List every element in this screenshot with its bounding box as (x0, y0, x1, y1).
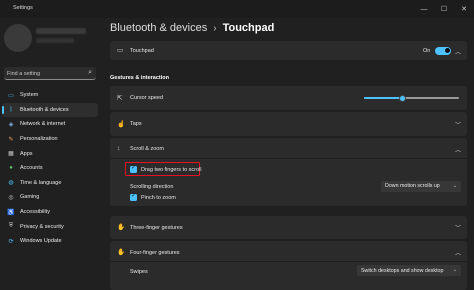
profile-email-blurred (36, 38, 74, 43)
window-controls: — ☐ ✕ (414, 0, 474, 18)
apps-icon: ▦ (8, 151, 14, 158)
cursor-speed-label: Cursor speed (130, 95, 164, 101)
cursor-speed-card: ⇱ Cursor speed (110, 86, 467, 110)
maximize-button[interactable]: ☐ (434, 0, 454, 18)
sidebar-item-label: Personalization (20, 136, 58, 143)
chevron-up-icon[interactable]: ︿ (455, 47, 461, 56)
main-content: Bluetooth & devices › Touchpad ▭ Touchpa… (100, 18, 474, 290)
sidebar-item-apps[interactable]: ▦ Apps (2, 146, 98, 161)
scroll-icon: ↕ (117, 145, 121, 152)
sidebar-item-gaming[interactable]: ◎ Gaming (2, 190, 98, 205)
close-button[interactable]: ✕ (454, 0, 474, 18)
swipes-dropdown[interactable]: Switch desktops and show desktop ⌄ (357, 265, 461, 276)
breadcrumb: Bluetooth & devices › Touchpad (110, 22, 274, 34)
swipes-label: Swipes (130, 268, 148, 275)
cursor-icon: ⇱ (117, 95, 123, 102)
touchpad-icon: ▭ (117, 47, 124, 54)
sidebar-item-label: Apps (20, 150, 33, 157)
drag-scroll-label: Drag two fingers to scroll (141, 166, 202, 173)
brush-icon: ✎ (8, 136, 14, 143)
sidebar-item-label: System (20, 92, 39, 99)
touchpad-toggle[interactable] (435, 46, 451, 55)
chevron-down-icon: ⌄ (452, 267, 457, 273)
sidebar-item-label: Bluetooth & devices (20, 106, 69, 113)
network-icon: ◈ (8, 121, 14, 128)
four-finger-icon: ✋ (117, 249, 126, 256)
page-title: Touchpad (222, 22, 275, 34)
sidebar-nav: ▭ System ᛒ Bluetooth & devices ◈ Network & in… (2, 88, 98, 249)
search-icon: ⌕ (88, 69, 92, 76)
pinch-zoom-checkbox[interactable]: ✓ (130, 193, 137, 201)
cursor-speed-fill (364, 97, 402, 99)
accounts-icon: ● (9, 165, 13, 172)
sidebar-item-label: Privacy & security (20, 223, 64, 230)
avatar[interactable] (4, 24, 32, 52)
title-bar: Settings — ☐ ✕ (0, 0, 474, 18)
swipes-value: Switch desktops and show desktop (361, 267, 444, 274)
globe-icon: ◍ (8, 180, 14, 187)
sidebar-item-windows-update[interactable]: ⟳ Windows Update (2, 234, 98, 249)
drag-scroll-checkbox[interactable]: ✓ (130, 165, 137, 173)
three-finger-label: Three-finger gestures (130, 224, 183, 231)
scrolling-direction-value: Down motion scrolls up (385, 183, 440, 189)
system-icon: ▭ (8, 92, 14, 99)
sidebar-item-accounts[interactable]: ● Accounts (2, 161, 98, 176)
touchpad-card: ▭ Touchpad On ︿ (110, 41, 467, 60)
minimize-button[interactable]: — (414, 0, 434, 18)
profile-name-blurred (36, 28, 86, 34)
app-title: Settings (13, 5, 33, 11)
scroll-zoom-label: Scroll & zoom (130, 146, 164, 152)
touchpad-state: On (423, 47, 431, 54)
search-placeholder: Find a setting (7, 70, 41, 77)
sidebar-item-accessibility[interactable]: ♿ Accessibility (2, 205, 98, 220)
sidebar-item-label: Windows Update (20, 238, 62, 245)
breadcrumb-parent[interactable]: Bluetooth & devices (110, 22, 207, 34)
breadcrumb-separator: › (213, 22, 217, 34)
sidebar-item-privacy-security[interactable]: ⛨ Privacy & security (2, 219, 98, 234)
chevron-up-icon[interactable]: ︿ (455, 248, 461, 257)
three-finger-card[interactable]: ✋ Three-finger gestures ﹀ (110, 216, 467, 239)
scroll-zoom-card: ↕ Scroll & zoom ︿ ✓ Drag two fingers to … (110, 138, 467, 206)
accessibility-icon: ♿ (7, 209, 15, 216)
divider (110, 261, 467, 262)
search-input[interactable]: Find a setting ⌕ (4, 67, 96, 80)
chevron-up-icon[interactable]: ︿ (455, 145, 461, 154)
taps-card[interactable]: ☝ Taps ﹀ (110, 112, 467, 136)
shield-icon: ⛨ (8, 223, 14, 230)
tap-icon: ☝ (117, 121, 126, 128)
divider (110, 158, 467, 159)
gaming-icon: ◎ (8, 194, 14, 201)
three-finger-icon: ✋ (117, 224, 126, 231)
four-finger-label: Four-finger gestures (130, 249, 180, 256)
sidebar: Find a setting ⌕ ▭ System ᛒ Bluetooth & dev… (0, 18, 100, 290)
chevron-down-icon[interactable]: ﹀ (455, 223, 461, 232)
scrolling-direction-label: Scrolling direction (130, 184, 174, 190)
sidebar-item-time-language[interactable]: ◍ Time & language (2, 176, 98, 191)
sidebar-item-label: Accessibility (20, 209, 50, 216)
touchpad-label: Touchpad (130, 47, 154, 54)
sidebar-item-personalization[interactable]: ✎ Personalization (2, 132, 98, 147)
sidebar-item-label: Accounts (20, 165, 43, 172)
sidebar-item-label: Network & internet (20, 121, 66, 128)
four-finger-card: ✋ Four-finger gestures ︿ Swipes Switch d… (110, 241, 467, 290)
bluetooth-icon: ᛒ (9, 106, 13, 113)
pinch-zoom-label: Pinch to zoom (141, 194, 176, 201)
sidebar-item-bluetooth-devices[interactable]: ᛒ Bluetooth & devices (2, 102, 98, 118)
chevron-down-icon: ⌄ (452, 182, 457, 189)
scrolling-direction-dropdown[interactable]: Down motion scrolls up ⌄ (381, 180, 461, 192)
update-icon: ⟳ (8, 238, 14, 245)
sidebar-item-label: Time & language (20, 179, 62, 186)
gestures-section-title: Gestures & interaction (110, 75, 169, 81)
cursor-speed-thumb[interactable] (398, 94, 406, 102)
taps-label: Taps (130, 121, 142, 127)
sidebar-item-network-internet[interactable]: ◈ Network & internet (2, 117, 98, 132)
sidebar-item-system[interactable]: ▭ System (2, 88, 98, 103)
chevron-down-icon[interactable]: ﹀ (455, 120, 461, 129)
sidebar-item-label: Gaming (20, 194, 40, 201)
